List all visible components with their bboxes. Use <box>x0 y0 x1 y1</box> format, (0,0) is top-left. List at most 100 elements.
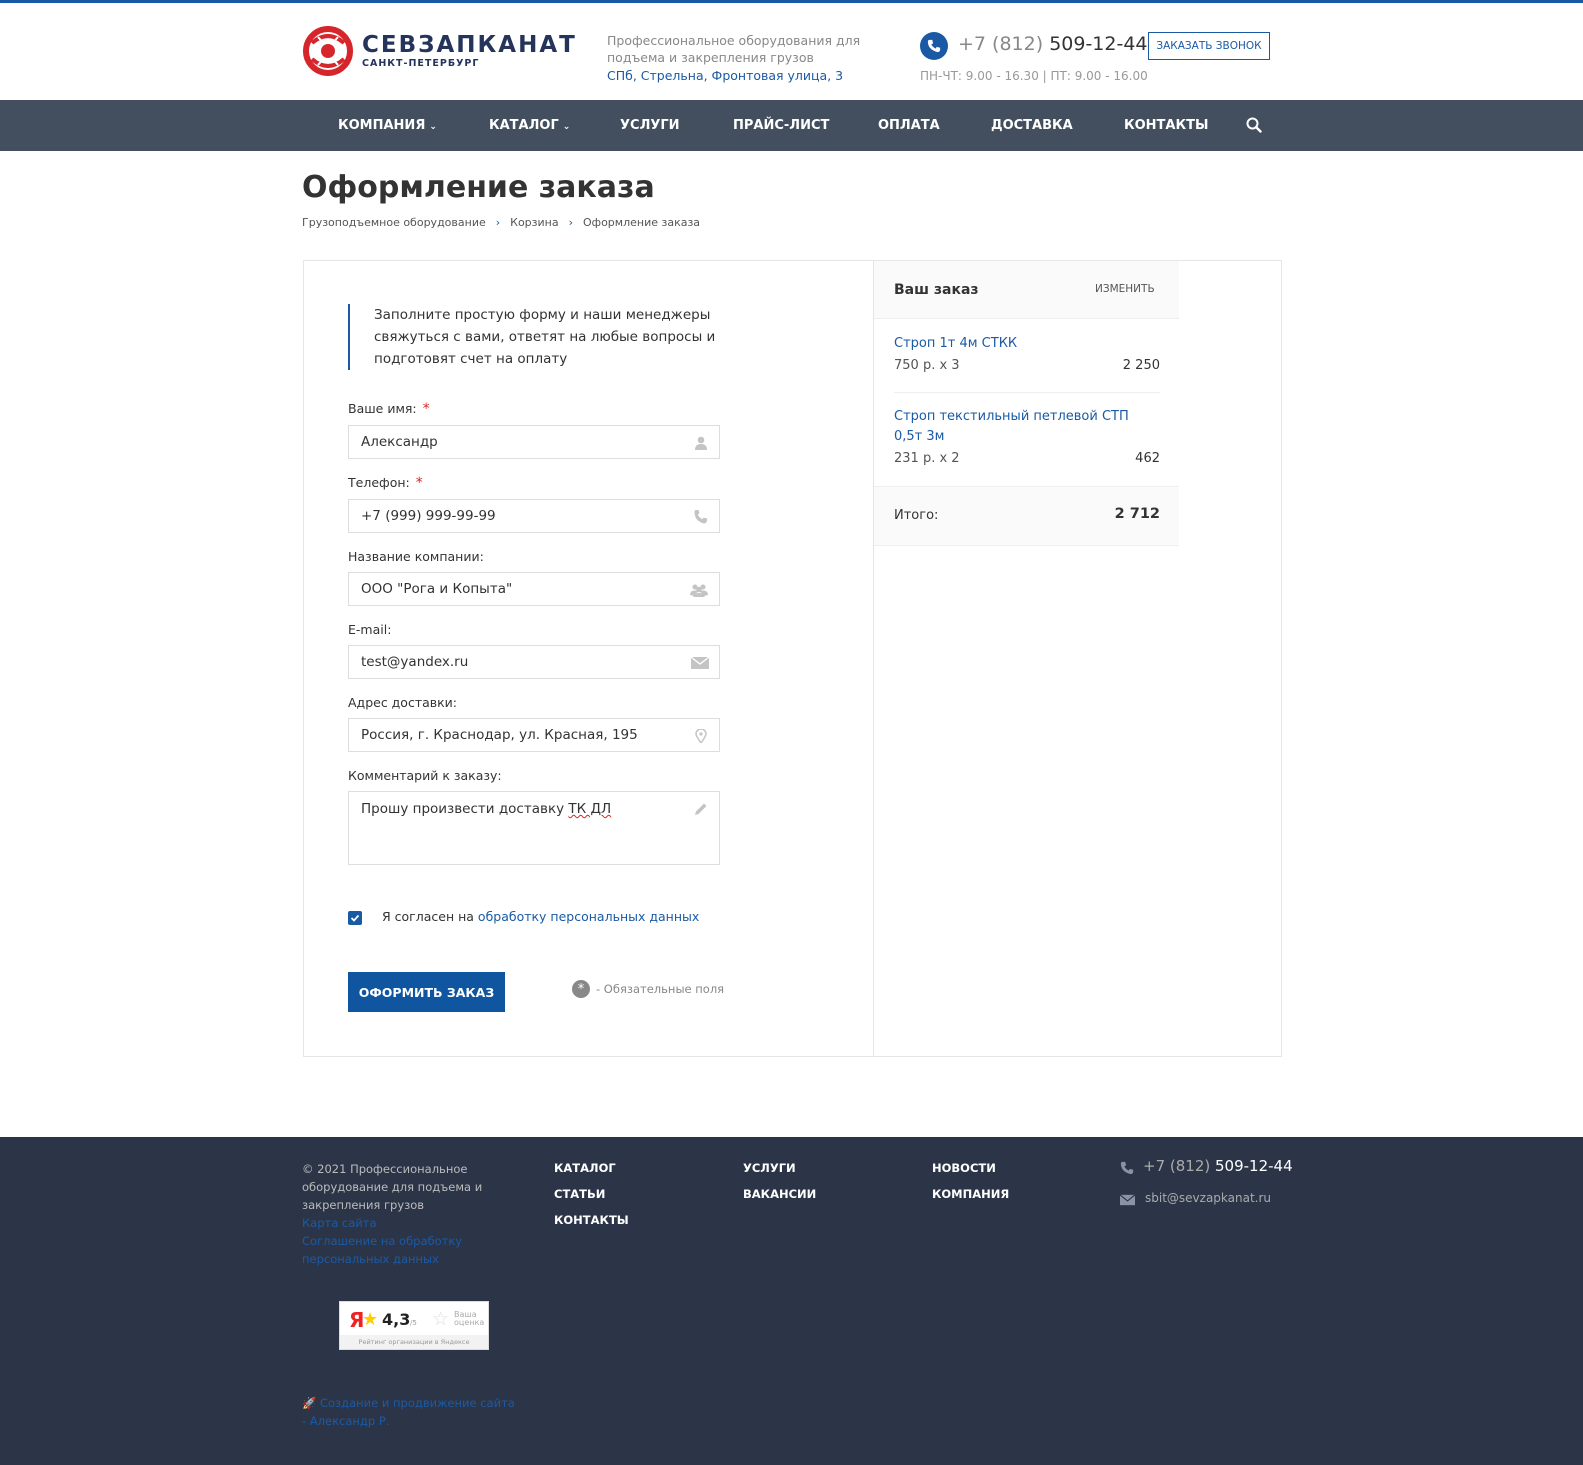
logo-subtitle: САНКТ-ПЕТЕРБУРГ <box>362 58 480 69</box>
input-value: Россия, г. Краснодар, ул. Красная, 195 <box>361 727 638 743</box>
nav-item-delivery[interactable]: ДОСТАВКА <box>991 100 1073 151</box>
comment-text: Прошу произвести доставку <box>361 801 569 817</box>
panel-divider <box>873 260 874 1057</box>
users-group-icon <box>690 584 708 597</box>
header-phone[interactable]: +7 (812) 509-12-44 <box>958 33 1148 55</box>
phone-code: +7 (812) <box>1143 1157 1211 1175</box>
phone-input[interactable]: +7 (999) 999-99-99 <box>348 499 720 533</box>
name-label: Ваше имя: * <box>348 401 430 417</box>
order-total-label: Итого: <box>894 508 939 523</box>
footer-copyright: © 2021 Профессиональное оборудование для… <box>302 1162 483 1212</box>
main-nav: КОМПАНИЯ ⌄ КАТАЛОГ ⌄ УСЛУГИ ПРАЙС-ЛИСТ ОПЛ… <box>0 100 1583 151</box>
personal-data-link[interactable]: обработку персональных данных <box>478 909 699 924</box>
breadcrumb-item-cart[interactable]: Корзина <box>510 216 558 229</box>
input-value: Александр <box>361 434 438 450</box>
nav-item-services[interactable]: УСЛУГИ <box>620 100 680 151</box>
textarea-value: Прошу произвести доставку ТК ДЛ <box>361 801 611 817</box>
phone-code: +7 (812) <box>958 33 1044 55</box>
star-outline-icon: ☆ <box>432 1308 450 1330</box>
edit-order-link[interactable]: ИЗМЕНИТЬ <box>1095 283 1155 295</box>
order-item-name[interactable]: Строп текстильный петлевой СТП 0,5т 3м <box>894 407 1154 447</box>
footer-nav-vacancies[interactable]: ВАКАНСИИ <box>743 1187 816 1201</box>
chevron-down-icon: ⌄ <box>562 122 571 132</box>
asterisk-icon: * <box>572 980 590 998</box>
logo-title: СЕВЗАПКАНАТ <box>362 32 577 58</box>
order-item-divider <box>894 392 1160 393</box>
submit-order-button[interactable]: ОФОРМИТЬ ЗАКАЗ <box>348 972 505 1012</box>
chevron-down-icon: ⌄ <box>429 122 437 132</box>
footer-nav-company[interactable]: КОМПАНИЯ <box>932 1187 1009 1201</box>
phone-number: 509-12-44 <box>1049 33 1148 55</box>
breadcrumb-item-equipment[interactable]: Грузоподъемное оборудование <box>302 216 486 229</box>
comment-misspelled-text: ТК ДЛ <box>568 801 612 817</box>
breadcrumb-item-current: Оформление заказа <box>583 216 701 229</box>
consent-checkbox[interactable] <box>348 911 362 925</box>
order-item-qty: 750 р. x 3 <box>894 358 960 373</box>
rating-max: /5 <box>410 1319 417 1327</box>
nav-item-payment[interactable]: ОПЛАТА <box>878 100 940 151</box>
footer-nav-services[interactable]: УСЛУГИ <box>743 1161 796 1175</box>
check-icon <box>350 914 360 922</box>
rocket-icon: 🚀 <box>302 1396 320 1410</box>
order-total-value: 2 712 <box>1114 506 1160 522</box>
required-note-text: - Обязательные поля <box>596 982 725 996</box>
name-input[interactable]: Александр <box>348 425 720 459</box>
nav-item-company[interactable]: КОМПАНИЯ ⌄ <box>338 100 437 151</box>
comment-label: Комментарий к заказу: <box>348 768 502 783</box>
label-text: Ваше имя: <box>348 401 417 416</box>
breadcrumb: Грузоподъемное оборудование › Корзина › … <box>302 216 700 229</box>
order-item-sum: 2 250 <box>1122 358 1160 373</box>
page-title: Оформление заказа <box>302 170 655 205</box>
email-input[interactable]: test@yandex.ru <box>348 645 720 679</box>
consent-text: Я согласен на <box>382 909 478 924</box>
envelope-icon <box>1120 1194 1135 1206</box>
footer-nav-catalog[interactable]: КАТАЛОГ <box>554 1161 616 1175</box>
form-intro: Заполните простую форму и наши менеджеры… <box>348 304 718 370</box>
pencil-icon <box>695 803 707 815</box>
developer-credit-text: Создание и продвижение сайта - Александр… <box>302 1396 515 1428</box>
company-input[interactable]: ООО "Рога и Копыта" <box>348 572 720 606</box>
rating-caption: Рейтинг организации в Яндексе <box>340 1335 488 1349</box>
developer-credit[interactable]: 🚀 Создание и продвижение сайта - Алексан… <box>302 1394 522 1430</box>
footer-phone[interactable]: +7 (812) 509-12-44 <box>1143 1157 1293 1175</box>
footer-email[interactable]: sbit@sevzapkanat.ru <box>1145 1191 1271 1205</box>
map-pin-icon <box>695 729 707 743</box>
input-value: ООО "Рога и Копыта" <box>361 581 513 597</box>
footer-nav-contacts[interactable]: КОНТАКТЫ <box>554 1213 629 1227</box>
order-item-name[interactable]: Строп 1т 4м СТКК <box>894 334 1154 354</box>
phone-icon <box>1120 1161 1134 1175</box>
phone-icon <box>694 510 707 524</box>
address-label: Адрес доставки: <box>348 695 458 710</box>
phone-number: 509-12-44 <box>1215 1157 1293 1175</box>
user-icon <box>695 436 707 450</box>
nav-item-catalog[interactable]: КАТАЛОГ ⌄ <box>489 100 570 151</box>
phone-icon <box>920 32 948 60</box>
nav-item-contacts[interactable]: КОНТАКТЫ <box>1124 100 1208 151</box>
footer-nav-articles[interactable]: СТАТЬИ <box>554 1187 605 1201</box>
footer-agreement-link[interactable]: Соглашение на обработку персональных дан… <box>302 1232 502 1268</box>
order-title: Ваш заказ <box>894 282 979 298</box>
footer-sitemap-link[interactable]: Карта сайта <box>302 1214 502 1232</box>
star-icon: ★ <box>362 1309 379 1330</box>
search-icon[interactable] <box>1246 117 1262 133</box>
header-address[interactable]: СПб, Стрельна, Фронтовая улица, 3 <box>607 68 843 83</box>
site-logo[interactable]: СЕВЗАПКАНАТ САНКТ-ПЕТЕРБУРГ <box>302 23 582 78</box>
email-label: E-mail: <box>348 622 392 637</box>
address-input[interactable]: Россия, г. Краснодар, ул. Красная, 195 <box>348 718 720 752</box>
nav-item-price-list[interactable]: ПРАЙС-ЛИСТ <box>733 100 829 151</box>
input-value: +7 (999) 999-99-99 <box>361 508 496 524</box>
footer-nav-news[interactable]: НОВОСТИ <box>932 1161 996 1175</box>
chevron-right-icon: › <box>568 216 573 229</box>
order-item-qty: 231 р. x 2 <box>894 451 960 466</box>
envelope-icon <box>691 656 709 669</box>
working-hours: ПН-ЧТ: 9.00 - 16.30 | ПТ: 9.00 - 16.00 <box>920 69 1148 83</box>
required-asterisk: * <box>415 475 423 491</box>
input-value: test@yandex.ru <box>361 654 469 670</box>
nav-label: КОМПАНИЯ <box>338 118 426 133</box>
comment-textarea[interactable]: Прошу произвести доставку ТК ДЛ <box>348 791 720 865</box>
yandex-rating-badge[interactable]: Я ★ 4,3 /5 ☆ Ваша оценка Рейтинг организ… <box>339 1301 489 1350</box>
label-text: Телефон: <box>348 475 410 490</box>
callback-button[interactable]: ЗАКАЗАТЬ ЗВОНОК <box>1148 32 1270 60</box>
chevron-right-icon: › <box>495 216 501 229</box>
required-fields-note: * - Обязательные поля <box>572 980 724 998</box>
